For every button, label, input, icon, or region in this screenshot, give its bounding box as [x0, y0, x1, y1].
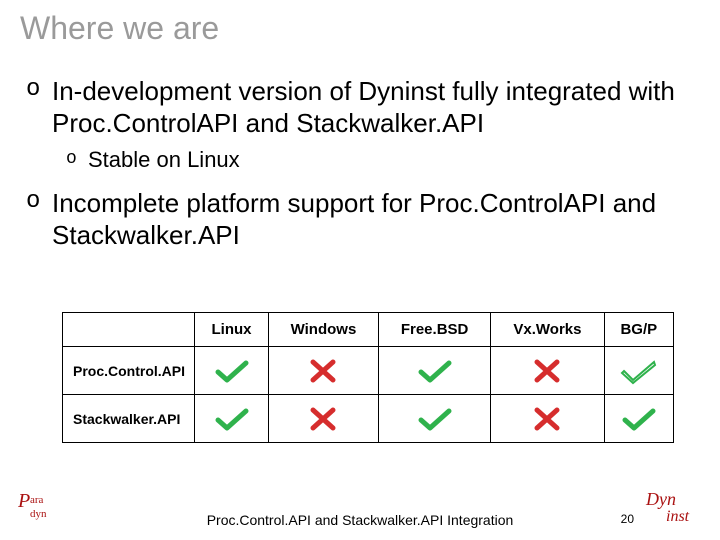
dyninst-logo-icon: Dyn inst [644, 489, 704, 527]
col-header-windows: Windows [269, 313, 379, 347]
row-header-proccontrol: Proc.Control.API [63, 347, 195, 395]
svg-text:inst: inst [666, 508, 690, 525]
table-row: Proc.Control.API [63, 347, 674, 395]
svg-text:ara: ara [30, 494, 44, 506]
check-icon [415, 357, 455, 385]
table-row: Stackwalker.API [63, 395, 674, 443]
cell-status [491, 347, 604, 395]
bullet-text: Stable on Linux [88, 147, 240, 173]
cell-status [604, 395, 673, 443]
bullet-text: Incomplete platform support for Proc.Con… [52, 187, 700, 251]
slide-title: Where we are [20, 10, 700, 47]
support-matrix-table: Linux Windows Free.BSD Vx.Works BG/P Pro… [62, 312, 674, 443]
cell-status [195, 347, 269, 395]
cell-status [378, 395, 490, 443]
row-header-stackwalker: Stackwalker.API [63, 395, 195, 443]
check-icon [212, 405, 252, 433]
bullet-item-2: o Incomplete platform support for Proc.C… [26, 187, 700, 251]
check-icon [212, 357, 252, 385]
slide: Where we are o In-development version of… [0, 0, 720, 540]
table-header-row: Linux Windows Free.BSD Vx.Works BG/P [63, 313, 674, 347]
col-header-linux: Linux [195, 313, 269, 347]
svg-text:P: P [18, 490, 30, 512]
footer-title: Proc.Control.API and Stackwalker.API Int… [0, 512, 720, 528]
cross-icon [527, 405, 567, 433]
cross-icon [527, 357, 567, 385]
cell-status [491, 395, 604, 443]
bullet-text: In-development version of Dyninst fully … [52, 75, 700, 139]
table-corner-cell [63, 313, 195, 347]
col-header-freebsd: Free.BSD [378, 313, 490, 347]
bullet-marker-icon: o [26, 187, 52, 217]
check-outline-icon [619, 357, 659, 385]
cell-status [269, 395, 379, 443]
col-header-vxworks: Vx.Works [491, 313, 604, 347]
bullet-marker-icon: o [26, 75, 52, 105]
cell-status [378, 347, 490, 395]
dyninst-logo: Dyn inst [644, 489, 704, 532]
cell-status [604, 347, 673, 395]
slide-footer: P ara dyn Proc.Control.API and Stackwalk… [0, 488, 720, 536]
page-number: 20 [621, 512, 634, 526]
check-icon [415, 405, 455, 433]
col-header-bgp: BG/P [604, 313, 673, 347]
cross-icon [303, 357, 343, 385]
bullet-item-1: o In-development version of Dyninst full… [26, 75, 700, 139]
check-icon [619, 405, 659, 433]
svg-text:Dyn: Dyn [645, 489, 676, 509]
bullet-item-1-sub: o Stable on Linux [66, 147, 700, 173]
bullet-marker-icon: o [66, 147, 88, 171]
cell-status [269, 347, 379, 395]
cell-status [195, 395, 269, 443]
cross-icon [303, 405, 343, 433]
